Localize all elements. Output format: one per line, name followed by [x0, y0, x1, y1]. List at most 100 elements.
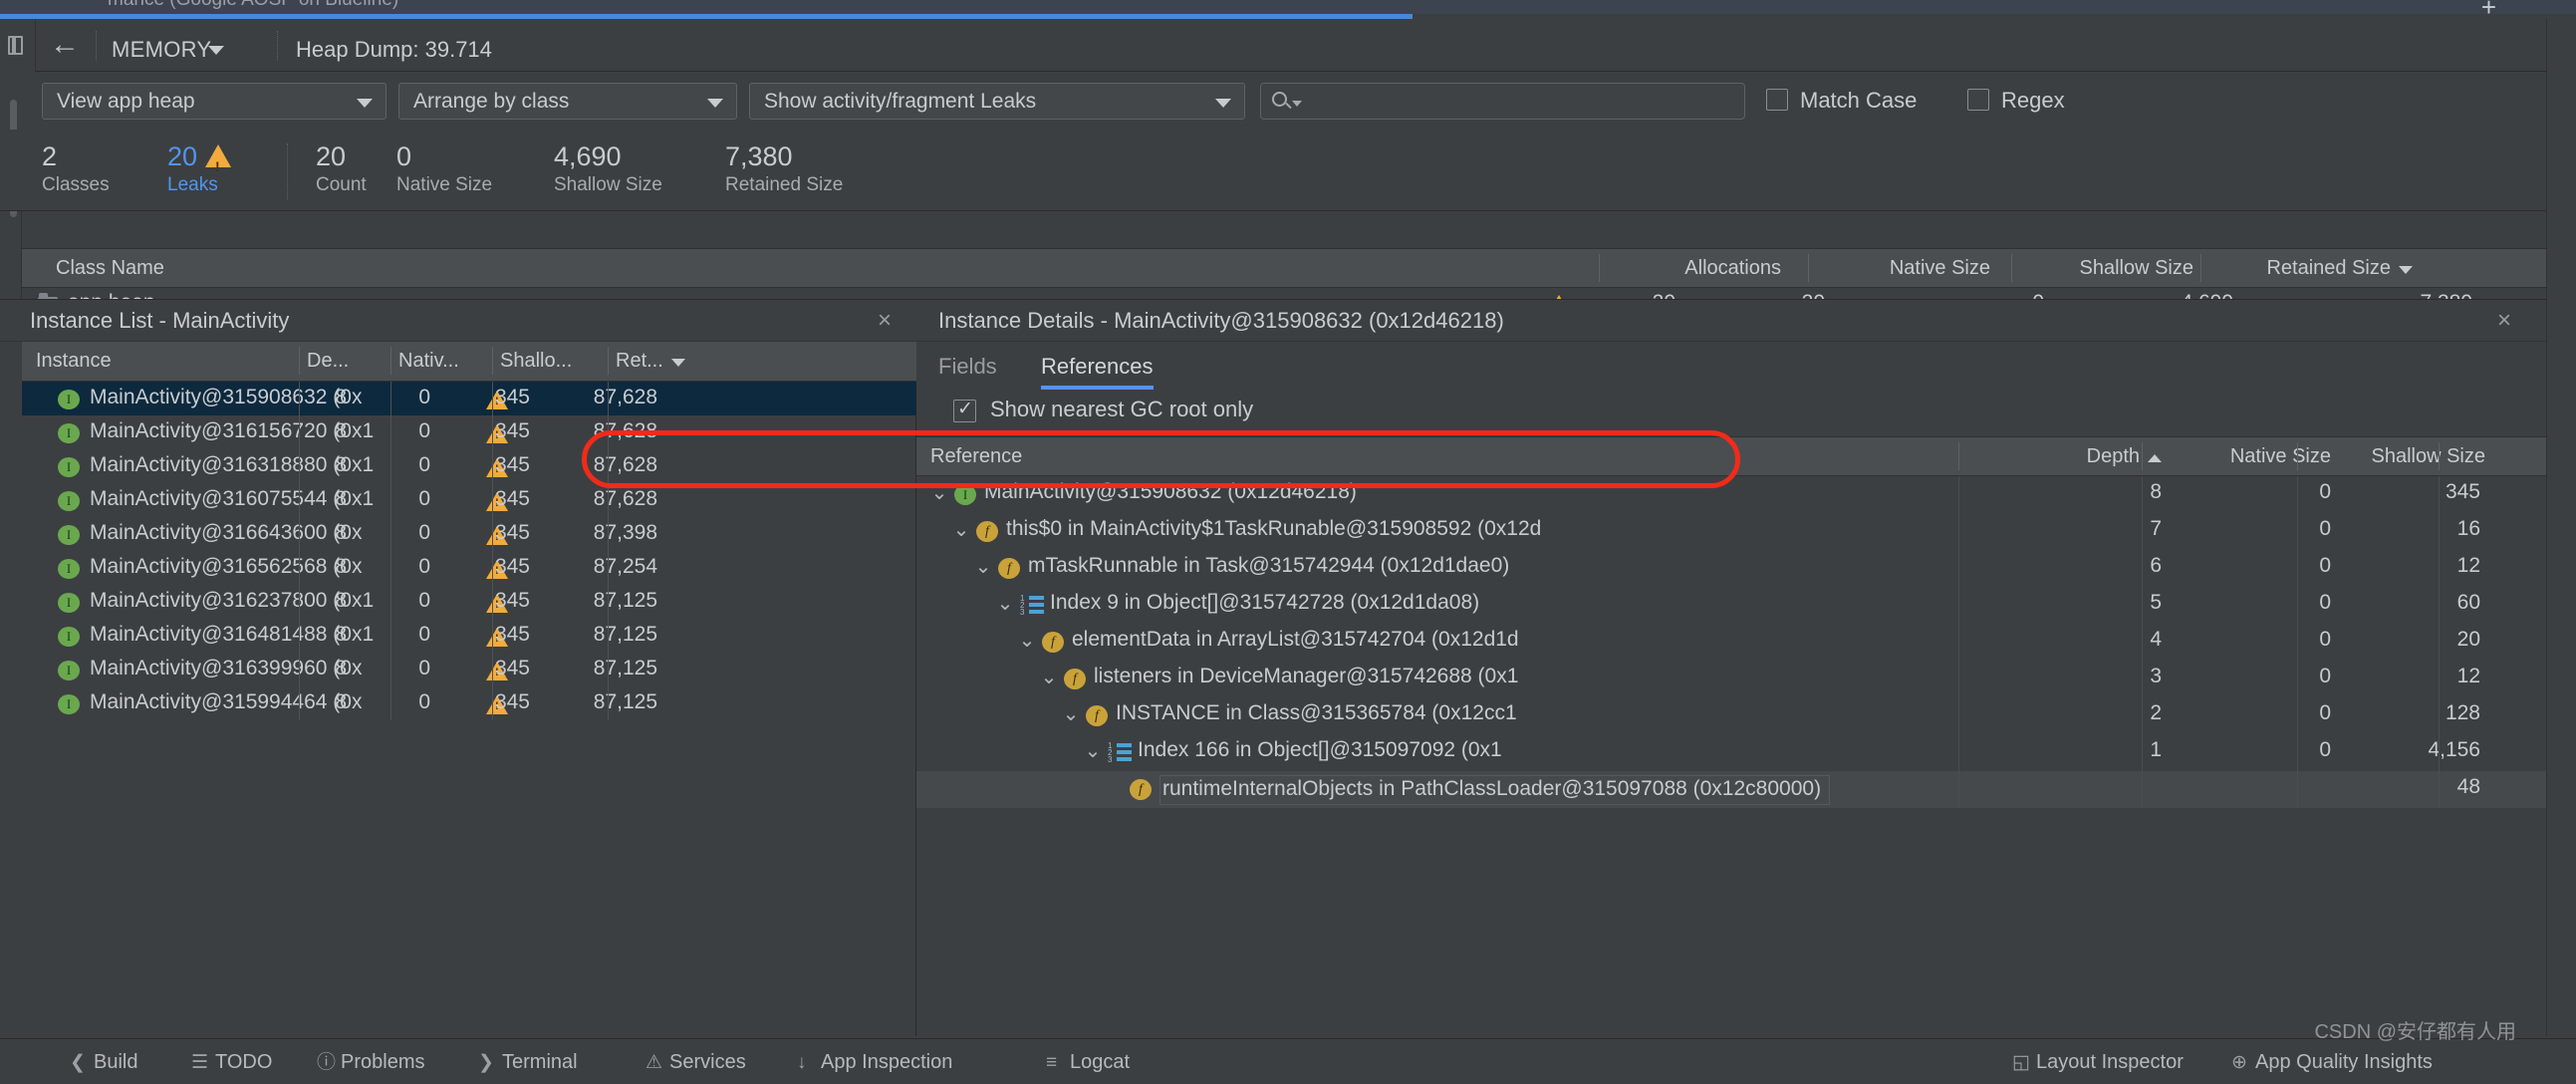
column-divider-2[interactable]	[2011, 254, 2012, 282]
instance-col-1[interactable]: De...	[307, 342, 386, 380]
statusbar-services[interactable]: ⚠ Services	[645, 1049, 746, 1077]
class-col-native-size[interactable]: Native Size	[1821, 249, 1990, 287]
search-box[interactable]	[1260, 83, 1745, 120]
sidebar-toggle-icon[interactable]	[8, 36, 23, 55]
column-divider-3[interactable]	[2200, 254, 2201, 282]
search-input[interactable]	[1305, 88, 1733, 116]
row-column-divider-2	[492, 686, 493, 720]
statusbar-app-inspection[interactable]: ↓ App Inspection	[797, 1049, 952, 1077]
android-studio-memory-profiler: mance (Google AOSP on Blueline) + ← MEMO…	[0, 0, 2576, 1084]
close-icon[interactable]: ×	[2492, 309, 2516, 334]
heap-select[interactable]: View app heap	[42, 83, 386, 120]
statusbar-build[interactable]: ❮ Build	[70, 1049, 137, 1077]
instance-col-2[interactable]: Nativ...	[398, 342, 488, 380]
reference-row[interactable]: ⌄ 1 2 3 Index 166 in Object[]@315097092 (0x1…	[916, 734, 2576, 771]
chevron-down-icon[interactable]: ⌄	[1062, 704, 1080, 724]
instance-list-row[interactable]: IMainActivity@315908632 (0x8034587,628	[22, 382, 916, 415]
instance-col-3[interactable]: Shallo...	[500, 342, 610, 380]
close-icon[interactable]: ×	[873, 309, 897, 334]
instance-badge-icon: I	[58, 694, 80, 714]
ref-row-divider-2	[2297, 513, 2298, 550]
statusbar-label: Terminal	[502, 1051, 578, 1073]
class-col-shallow-size[interactable]: Shallow Size	[2024, 249, 2193, 287]
reference-row[interactable]: f runtimeInternalObjects in PathClassLoad…	[916, 771, 2576, 808]
class-col-class-name[interactable]: Class Name	[56, 249, 554, 287]
regex-checkbox[interactable]: Regex	[1967, 88, 2065, 116]
class-col-retained-size[interactable]: Retained Size	[2213, 249, 2413, 287]
row-column-divider-2	[492, 483, 493, 517]
chevron-down-icon[interactable]: ⌄	[1040, 668, 1058, 687]
chevron-down-icon[interactable]: ⌄	[1084, 741, 1102, 761]
column-divider-0[interactable]	[1599, 254, 1600, 282]
ref-column-divider-1[interactable]	[2142, 442, 2143, 470]
memory-section-label[interactable]: MEMORY	[112, 37, 211, 63]
statusbar-todo[interactable]: ☰ TODO	[191, 1049, 272, 1077]
instance-native: 0	[418, 419, 430, 442]
field-badge-icon: f	[976, 521, 998, 542]
statusbar-app-quality-insights[interactable]: ⊕ App Quality Insights	[2231, 1049, 2433, 1077]
reference-row[interactable]: ⌄ f this$0 in MainActivity$1TaskRunable@31…	[916, 513, 2576, 550]
instance-list-row[interactable]: IMainActivity@315994464 (0x8034587,125	[22, 686, 916, 720]
chevron-down-icon[interactable]: ⌄	[996, 594, 1014, 614]
back-button[interactable]: ←	[48, 30, 82, 61]
chevron-down-icon[interactable]: ⌄	[952, 520, 970, 540]
row-column-divider-1	[390, 619, 391, 653]
statusbar-problems[interactable]: ⓘ Problems	[317, 1049, 424, 1077]
toolbar-left-rail	[0, 19, 36, 72]
tab-fields[interactable]: Fields	[938, 348, 997, 390]
instance-column-divider-1[interactable]	[390, 347, 391, 375]
chevron-down-icon[interactable]: ⌄	[1018, 631, 1036, 651]
instance-list-row[interactable]: IMainActivity@316075544 (0x18034587,628	[22, 483, 916, 517]
leaks-select[interactable]: Show activity/fragment Leaks	[749, 83, 1245, 120]
instance-column-divider-3[interactable]	[608, 347, 609, 375]
instance-list-row[interactable]: IMainActivity@316481488 (0x18034587,125	[22, 619, 916, 653]
arrange-select[interactable]: Arrange by class	[398, 83, 737, 120]
tab-references[interactable]: References	[1041, 348, 1154, 390]
ref-row-divider-2	[2297, 587, 2298, 624]
ref-native: 0	[2319, 517, 2331, 540]
reference-row[interactable]: ⌄ 1 2 3 Index 9 in Object[]@315742728 (0x12d…	[916, 587, 2576, 624]
chevron-down-icon[interactable]: ⌄	[974, 557, 992, 577]
column-divider-1[interactable]	[1808, 254, 1809, 282]
ref-row-divider-2	[2297, 734, 2298, 771]
instance-badge-icon: I	[58, 525, 80, 545]
chevron-down-icon[interactable]: ⌄	[930, 483, 948, 503]
instance-list-row[interactable]: IMainActivity@316237800 (0x18034587,125	[22, 585, 916, 619]
ref-col-depth[interactable]: Depth	[1972, 437, 2162, 475]
instance-list-row[interactable]: IMainActivity@316643600 (0x8034587,398	[22, 517, 916, 551]
class-col-allocations[interactable]: Allocations	[1612, 249, 1781, 287]
ref-col-native-size[interactable]: Native Size	[2152, 437, 2331, 475]
add-icon[interactable]: +	[2481, 0, 2496, 14]
gc-root-row[interactable]: Show nearest GC root only	[916, 395, 2576, 432]
instance-retained: 87,254	[593, 555, 657, 578]
ref-column-divider-0[interactable]	[1958, 442, 1959, 470]
statusbar-logcat[interactable]: ≡ Logcat	[1046, 1049, 1130, 1077]
reference-row[interactable]: ⌄ f mTaskRunnable in Task@315742944 (0x12d…	[916, 550, 2576, 587]
ref-column-divider-2[interactable]	[2297, 442, 2298, 470]
instance-list-row[interactable]: IMainActivity@316156720 (0x18034587,628	[22, 415, 916, 449]
heap-select-value: View app heap	[57, 90, 195, 113]
reference-row[interactable]: ⌄ f listeners in DeviceManager@315742688 (…	[916, 661, 2576, 697]
reference-row[interactable]: ⌄ f INSTANCE in Class@315365784 (0x12cc1 2 0…	[916, 697, 2576, 734]
reference-row[interactable]: ⌄ I MainActivity@315908632 (0x12d46218) 8 0 3…	[916, 476, 2576, 513]
instance-column-divider-2[interactable]	[492, 347, 493, 375]
reference-row[interactable]: ⌄ f elementData in ArrayList@315742704 (0x…	[916, 624, 2576, 661]
statusbar-terminal[interactable]: ❯ Terminal	[478, 1049, 578, 1077]
instance-column-divider-0[interactable]	[299, 347, 300, 375]
field-badge-icon: f	[1064, 669, 1086, 689]
instance-details-tabs: Fields References	[916, 343, 2576, 393]
ref-column-divider-3[interactable]	[2439, 442, 2440, 470]
ref-row-divider-1	[2142, 513, 2143, 550]
gc-root-checkbox[interactable]	[953, 398, 976, 422]
instance-list-row[interactable]: IMainActivity@316399960 (0x8034587,125	[22, 653, 916, 686]
reference-name: mTaskRunnable in Task@315742944 (0x12d1d…	[1028, 554, 1510, 577]
statusbar-layout-inspector[interactable]: ◱ Layout Inspector	[2012, 1049, 2184, 1077]
instance-list-row[interactable]: IMainActivity@316562568 (0x8034587,254	[22, 551, 916, 585]
instance-list-row[interactable]: IMainActivity@316318880 (0x18034587,628	[22, 449, 916, 483]
match-case-checkbox[interactable]: Match Case	[1766, 88, 1917, 116]
chevron-down-icon[interactable]	[208, 46, 224, 55]
ref-col-reference[interactable]: Reference	[930, 437, 1329, 475]
instance-col-4[interactable]: Ret...	[616, 342, 725, 380]
instance-col-0[interactable]: Instance	[36, 342, 295, 380]
chevron-down-icon[interactable]	[1292, 101, 1302, 107]
